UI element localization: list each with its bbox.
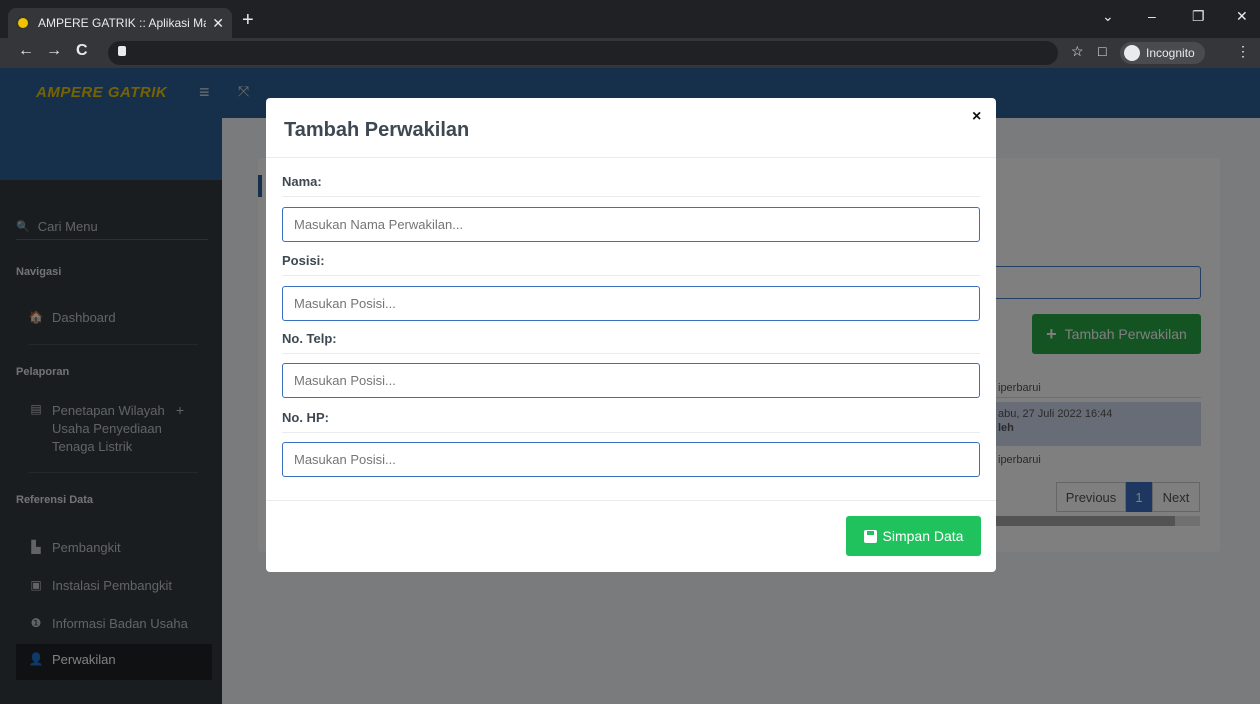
browser-tab[interactable]: AMPERE GATRIK :: Aplikasi Mana ✕ bbox=[8, 8, 232, 38]
incognito-badge[interactable]: Incognito bbox=[1120, 42, 1205, 64]
browser-toolbar: ← → C ☆ □ Incognito ⋮ bbox=[0, 38, 1260, 68]
bookmark-star-icon[interactable]: ☆ bbox=[1071, 43, 1084, 60]
save-disk-icon bbox=[863, 529, 877, 543]
nama-label: Nama: bbox=[282, 174, 322, 189]
tab-close-icon[interactable]: ✕ bbox=[212, 15, 224, 32]
posisi-label: Posisi: bbox=[282, 253, 325, 268]
back-button[interactable]: ← bbox=[18, 42, 34, 60]
address-bar[interactable] bbox=[108, 41, 1058, 65]
incognito-label: Incognito bbox=[1146, 46, 1195, 60]
telp-label: No. Telp: bbox=[282, 331, 337, 346]
posisi-input[interactable] bbox=[282, 286, 980, 321]
browser-menu-icon[interactable]: ⋮ bbox=[1236, 43, 1250, 60]
tab-title: AMPERE GATRIK :: Aplikasi Mana bbox=[38, 16, 207, 30]
hp-label: No. HP: bbox=[282, 410, 329, 425]
favicon-icon bbox=[16, 16, 30, 30]
modal-footer-divider bbox=[266, 500, 996, 501]
field-divider bbox=[282, 353, 980, 354]
hp-input[interactable] bbox=[282, 442, 980, 477]
incognito-icon bbox=[1124, 45, 1140, 61]
tab-search-icon[interactable]: ⌄ bbox=[1102, 8, 1114, 25]
tambah-perwakilan-modal: Tambah Perwakilan × Nama: Posisi: No. Te… bbox=[266, 98, 996, 572]
reload-button[interactable]: C bbox=[76, 42, 88, 60]
simpan-data-button[interactable]: Simpan Data bbox=[846, 516, 981, 556]
nama-input[interactable] bbox=[282, 207, 980, 242]
modal-header-divider bbox=[266, 157, 996, 158]
restore-button[interactable]: ❐ bbox=[1192, 8, 1205, 25]
field-divider bbox=[282, 196, 980, 197]
forward-button[interactable]: → bbox=[46, 42, 62, 60]
side-panel-icon[interactable]: □ bbox=[1098, 43, 1106, 59]
lock-icon bbox=[118, 46, 126, 56]
browser-tabbar: AMPERE GATRIK :: Aplikasi Mana ✕ + ⌄ – ❐… bbox=[0, 0, 1260, 38]
new-tab-button[interactable]: + bbox=[242, 9, 254, 32]
modal-title: Tambah Perwakilan bbox=[284, 119, 470, 141]
field-divider bbox=[282, 432, 980, 433]
close-icon[interactable]: × bbox=[972, 108, 981, 126]
close-window-button[interactable]: ✕ bbox=[1236, 8, 1248, 25]
minimize-button[interactable]: – bbox=[1148, 8, 1156, 24]
simpan-data-label: Simpan Data bbox=[882, 528, 964, 544]
telp-input[interactable] bbox=[282, 363, 980, 398]
field-divider bbox=[282, 275, 980, 276]
